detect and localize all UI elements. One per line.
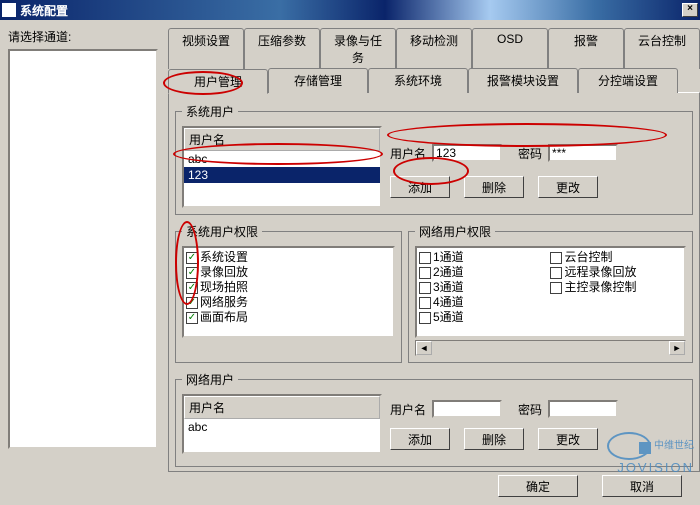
close-button[interactable]: × [682,3,698,17]
checkbox-label: 录像回放 [200,265,248,280]
tab-compress[interactable]: 压缩参数 [244,28,320,69]
tab-sysenv[interactable]: 系统环境 [368,68,468,93]
scroll-right-icon[interactable]: ► [669,341,685,355]
table-row[interactable]: abc [184,151,380,167]
net-perm-hscroll[interactable]: ◄ ► [415,340,686,356]
net-mod-button[interactable]: 更改 [538,428,598,450]
checkbox-label: 画面布局 [200,310,248,325]
sys-user-col-hdr: 用户名 [184,128,380,151]
checkbox-icon[interactable] [550,267,562,279]
window-title: 系统配置 [20,2,682,19]
sys-user-input[interactable] [432,144,502,162]
sys-user-label: 用户名 [390,145,426,162]
checkbox-label: 4通道 [433,295,464,310]
checkbox-icon[interactable]: ✓ [186,282,198,294]
channel-label: 请选择通道: [8,28,158,45]
checkbox-label: 3通道 [433,280,464,295]
sys-pwd-label: 密码 [518,145,542,162]
checkbox-item[interactable]: 主控录像控制 [550,280,682,295]
checkbox-item[interactable]: ✓网络服务 [186,295,391,310]
net-perm-group: 网络用户权限 1通道2通道3通道4通道5通道 云台控制远程录像回放主控录像控制 … [408,223,693,363]
checkbox-item[interactable]: 2通道 [419,265,551,280]
checkbox-item[interactable]: ✓现场拍照 [186,280,391,295]
checkbox-icon[interactable]: ✓ [186,267,198,279]
tabs-row-2: 用户管理 存储管理 系统环境 报警模块设置 分控端设置 [168,68,700,93]
net-user-input[interactable] [432,400,502,418]
checkbox-icon[interactable] [419,282,431,294]
net-user-col-hdr: 用户名 [184,396,380,419]
checkbox-label: 网络服务 [200,295,248,310]
sys-perm-legend: 系统用户权限 [182,223,262,240]
checkbox-label: 现场拍照 [200,280,248,295]
tab-osd[interactable]: OSD [472,28,548,69]
app-icon [2,3,16,17]
net-perm-legend: 网络用户权限 [415,223,495,240]
checkbox-icon[interactable]: ✓ [186,252,198,264]
tab-alarm-mod[interactable]: 报警模块设置 [468,68,578,93]
checkbox-item[interactable]: 5通道 [419,310,551,325]
net-user-legend: 网络用户 [182,371,238,388]
checkbox-label: 远程录像回放 [564,265,636,280]
sys-perm-list[interactable]: ✓系统设置✓录像回放✓现场拍照✓网络服务✓画面布局 [182,246,395,338]
sys-user-group: 系统用户 用户名 abc 123 用户名 密码 [175,103,693,215]
checkbox-item[interactable]: ✓录像回放 [186,265,391,280]
checkbox-item[interactable]: 1通道 [419,250,551,265]
table-row[interactable]: 123 [184,167,380,183]
net-pwd-label: 密码 [518,401,542,418]
tab-ptz[interactable]: 云台控制 [624,28,700,69]
checkbox-icon[interactable] [419,252,431,264]
sys-user-legend: 系统用户 [182,103,238,120]
checkbox-icon[interactable] [550,282,562,294]
sys-user-table[interactable]: 用户名 abc 123 [182,126,382,208]
checkbox-icon[interactable] [550,252,562,264]
checkbox-icon[interactable]: ✓ [186,312,198,324]
sys-del-button[interactable]: 删除 [464,176,524,198]
tab-record[interactable]: 录像与任务 [320,28,396,69]
cancel-button[interactable]: 取消 [602,475,682,497]
checkbox-label: 主控录像控制 [564,280,636,295]
tab-video[interactable]: 视频设置 [168,28,244,69]
sys-mod-button[interactable]: 更改 [538,176,598,198]
checkbox-item[interactable]: ✓系统设置 [186,250,391,265]
checkbox-label: 云台控制 [564,250,612,265]
sys-perm-group: 系统用户权限 ✓系统设置✓录像回放✓现场拍照✓网络服务✓画面布局 [175,223,402,363]
checkbox-label: 2通道 [433,265,464,280]
channel-list[interactable] [8,49,158,449]
sys-add-button[interactable]: 添加 [390,176,450,198]
tab-alarm[interactable]: 报警 [548,28,624,69]
titlebar: 系统配置 × [0,0,700,20]
tab-storage[interactable]: 存储管理 [268,68,368,93]
checkbox-item[interactable]: 云台控制 [550,250,682,265]
net-add-button[interactable]: 添加 [390,428,450,450]
tabs-row-1: 视频设置 压缩参数 录像与任务 移动检测 OSD 报警 云台控制 [168,28,700,69]
ok-button[interactable]: 确定 [498,475,578,497]
checkbox-item[interactable]: 3通道 [419,280,551,295]
checkbox-icon[interactable] [419,297,431,309]
tab-content: 系统用户 用户名 abc 123 用户名 密码 [168,92,700,472]
table-row[interactable]: abc [184,419,380,435]
checkbox-label: 1通道 [433,250,464,265]
checkbox-item[interactable]: 远程录像回放 [550,265,682,280]
checkbox-icon[interactable] [419,312,431,324]
net-perm-list[interactable]: 1通道2通道3通道4通道5通道 云台控制远程录像回放主控录像控制 [415,246,686,338]
checkbox-item[interactable]: ✓画面布局 [186,310,391,325]
tab-motion[interactable]: 移动检测 [396,28,472,69]
checkbox-icon[interactable] [419,267,431,279]
checkbox-icon[interactable]: ✓ [186,297,198,309]
sys-pwd-input[interactable] [548,144,618,162]
checkbox-label: 系统设置 [200,250,248,265]
net-user-table[interactable]: 用户名 abc [182,394,382,454]
scroll-left-icon[interactable]: ◄ [416,341,432,355]
net-user-label: 用户名 [390,401,426,418]
net-pwd-input[interactable] [548,400,618,418]
net-del-button[interactable]: 删除 [464,428,524,450]
tab-user-mgmt[interactable]: 用户管理 [168,69,268,94]
checkbox-label: 5通道 [433,310,464,325]
tab-client[interactable]: 分控端设置 [578,68,678,93]
net-user-group: 网络用户 用户名 abc 用户名 密码 添加 [175,371,693,467]
checkbox-item[interactable]: 4通道 [419,295,551,310]
